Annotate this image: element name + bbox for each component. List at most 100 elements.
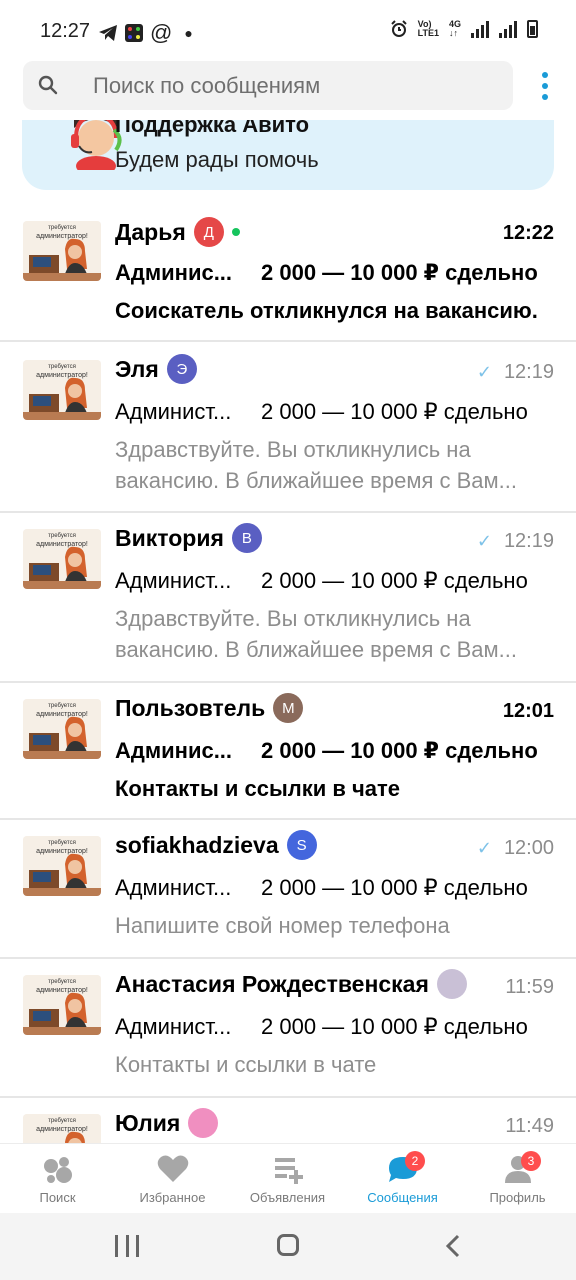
- add-listing-icon: [274, 1158, 303, 1184]
- listing-price: 2 000 — 10 000 ₽ сдельно: [261, 738, 538, 763]
- chat-time-text: 12:19: [503, 361, 554, 383]
- listing-image: требуется администратор!: [23, 975, 101, 1035]
- listing-thumbnail: требуется администратор!: [23, 529, 101, 589]
- listing-thumbnail: требуется администратор!: [23, 699, 101, 759]
- chat-list-item[interactable]: требуется администратор! Анастасия Рождест…: [0, 959, 576, 1098]
- user-avatar-badge: В: [231, 523, 262, 553]
- chat-time-text: 12:22: [502, 222, 554, 244]
- user-avatar-badge: S: [286, 830, 317, 860]
- chat-time: 12:22: [503, 222, 554, 245]
- chat-name-row: Эля Э: [115, 354, 197, 384]
- signal-icon: [499, 20, 517, 38]
- status-right-icons: Vo) LTE1 4G ↓↑: [390, 20, 538, 38]
- read-check-icon: ✓: [476, 838, 492, 858]
- nav-label: Сообщения: [367, 1190, 438, 1205]
- thumb-caption-1: требуется: [48, 979, 76, 985]
- status-bar: 12:27 @ ● Vo) LTE1 4G ↓↑: [0, 0, 576, 48]
- 4g-icon: 4G ↓↑: [448, 19, 461, 38]
- listing-thumbnail: требуется администратор!: [23, 836, 101, 896]
- nav-item-messages[interactable]: 2 Сообщения: [345, 1144, 460, 1214]
- chat-time: 11:59: [505, 976, 554, 999]
- nav-label: Избранное: [139, 1190, 206, 1205]
- listing-title: Админист...: [115, 1014, 232, 1039]
- listing-title: Админис...: [115, 738, 233, 763]
- listing-title: Админист...: [115, 399, 232, 424]
- chat-name-row: Юлия: [115, 1108, 219, 1138]
- chat-name-row: sofiakhadzieva S: [115, 830, 317, 860]
- nav-label: Поиск: [39, 1190, 76, 1205]
- status-time: 12:27: [40, 20, 91, 42]
- listing-price: 2 000 — 10 000 ₽ сдельно: [261, 399, 528, 424]
- search-icon: [38, 75, 58, 95]
- bottom-nav: Поиск Избранное Объявления 2 Сообщения 3…: [0, 1143, 576, 1213]
- profile-badge: 3: [521, 1151, 541, 1171]
- thumb-caption-1: требуется: [48, 1118, 76, 1124]
- nav-item-profile[interactable]: 3 Профиль: [460, 1144, 575, 1214]
- back-icon[interactable]: [441, 1233, 467, 1259]
- support-banner[interactable]: Поддержка Авито Будем рады помочь: [22, 120, 554, 190]
- nav-label: Профиль: [489, 1190, 546, 1205]
- messages-badge: 2: [405, 1151, 425, 1171]
- listing-thumbnail: требуется администратор!: [23, 360, 101, 420]
- nav-item-search[interactable]: Поиск: [0, 1144, 115, 1214]
- listing-thumbnail: требуется администратор!: [23, 975, 101, 1035]
- nav-item-favorites[interactable]: Избранное: [115, 1144, 230, 1214]
- listing-price: 2 000 — 10 000 ₽ сдельно: [261, 1014, 528, 1039]
- chat-last-message: Напишите свой номер телефона: [115, 913, 450, 938]
- chat-user-name: Пользовтель: [115, 694, 266, 721]
- chat-last-message: Здравствуйте. Вы откликнулись на ваканси…: [115, 606, 517, 662]
- volte-icon: Vo) LTE1: [417, 19, 439, 38]
- chat-last-message: Контакты и ссылки в чате: [115, 1052, 377, 1077]
- read-check-icon: ✓: [476, 362, 492, 382]
- signal-icon: [471, 20, 489, 38]
- heart-icon: [157, 1155, 188, 1182]
- chat-time-text: 11:59: [505, 976, 554, 998]
- battery-icon: [527, 20, 538, 38]
- listing-image: требуется администратор!: [23, 360, 101, 420]
- nav-item-listings[interactable]: Объявления: [230, 1144, 345, 1214]
- status-left-icons: @ ●: [98, 20, 193, 46]
- listing-image: требуется администратор!: [23, 221, 101, 281]
- chat-last-message: Соискатель откликнулся на вакансию.: [115, 298, 538, 323]
- chat-listing-line: Админис... 2 000 — 10 000 ₽ сдельно: [115, 738, 555, 764]
- chat-list-item[interactable]: требуется администратор! Виктория В ✓ 12:19 Ад…: [0, 513, 576, 683]
- thumb-caption-1: требуется: [48, 840, 76, 846]
- chat-user-name: Юлия: [115, 1109, 181, 1136]
- recent-apps-icon[interactable]: [115, 1235, 139, 1257]
- chat-time: 11:49: [505, 1115, 554, 1138]
- listing-image: требуется администратор!: [23, 699, 101, 759]
- search-bar[interactable]: Поиск по сообщениям: [23, 61, 513, 110]
- chat-name-row: Анастасия Рождественская: [115, 969, 467, 999]
- system-nav-bar: [0, 1213, 576, 1280]
- thumb-caption-2: администратор!: [36, 372, 88, 379]
- listing-title: Админист...: [115, 875, 232, 900]
- chat-list-item[interactable]: требуется администратор! Дарья Д 12:22 Админи…: [0, 205, 576, 342]
- search-input[interactable]: Поиск по сообщениям: [93, 73, 320, 99]
- chat-name-row: Дарья Д: [115, 217, 240, 247]
- home-icon[interactable]: [277, 1234, 299, 1256]
- thumb-caption-2: администратор!: [36, 233, 88, 240]
- chat-name-row: Пользовтель М: [115, 693, 304, 723]
- chat-time-text: 12:01: [502, 700, 554, 722]
- telegram-icon: [99, 25, 117, 41]
- chat-name-row: Виктория В: [115, 523, 262, 553]
- listing-price: 2 000 — 10 000 ₽ сдельно: [261, 875, 528, 900]
- user-avatar-badge: [188, 1108, 219, 1138]
- chat-last-message: Контакты и ссылки в чате: [115, 776, 401, 801]
- chat-list-item[interactable]: требуется администратор! sofiakhadzieva S ✓ 1…: [0, 820, 576, 959]
- chat-last-message: Здравствуйте. Вы откликнулись на ваканси…: [115, 437, 517, 493]
- user-avatar-badge: Э: [166, 354, 197, 384]
- thumb-caption-2: администратор!: [36, 711, 88, 718]
- chat-list-item[interactable]: требуется администратор! Эля Э ✓ 12:19 Админис…: [0, 344, 576, 513]
- user-avatar-badge: М: [273, 693, 304, 723]
- dot-icon: ●: [184, 25, 193, 41]
- more-menu-icon[interactable]: [537, 72, 553, 100]
- chat-list-item[interactable]: требуется администратор! Пользовтель М 12:01…: [0, 683, 576, 820]
- thumb-caption-2: администратор!: [36, 987, 88, 994]
- chat-listing-line: Админист... 2 000 — 10 000 ₽ сдельно: [115, 568, 555, 594]
- listing-image: требуется администратор!: [23, 836, 101, 896]
- chat-time-text: 12:00: [503, 837, 554, 859]
- chat-user-name: Виктория: [115, 524, 224, 551]
- chat-time-text: 12:19: [503, 530, 554, 552]
- thumb-caption-1: требуется: [48, 364, 76, 370]
